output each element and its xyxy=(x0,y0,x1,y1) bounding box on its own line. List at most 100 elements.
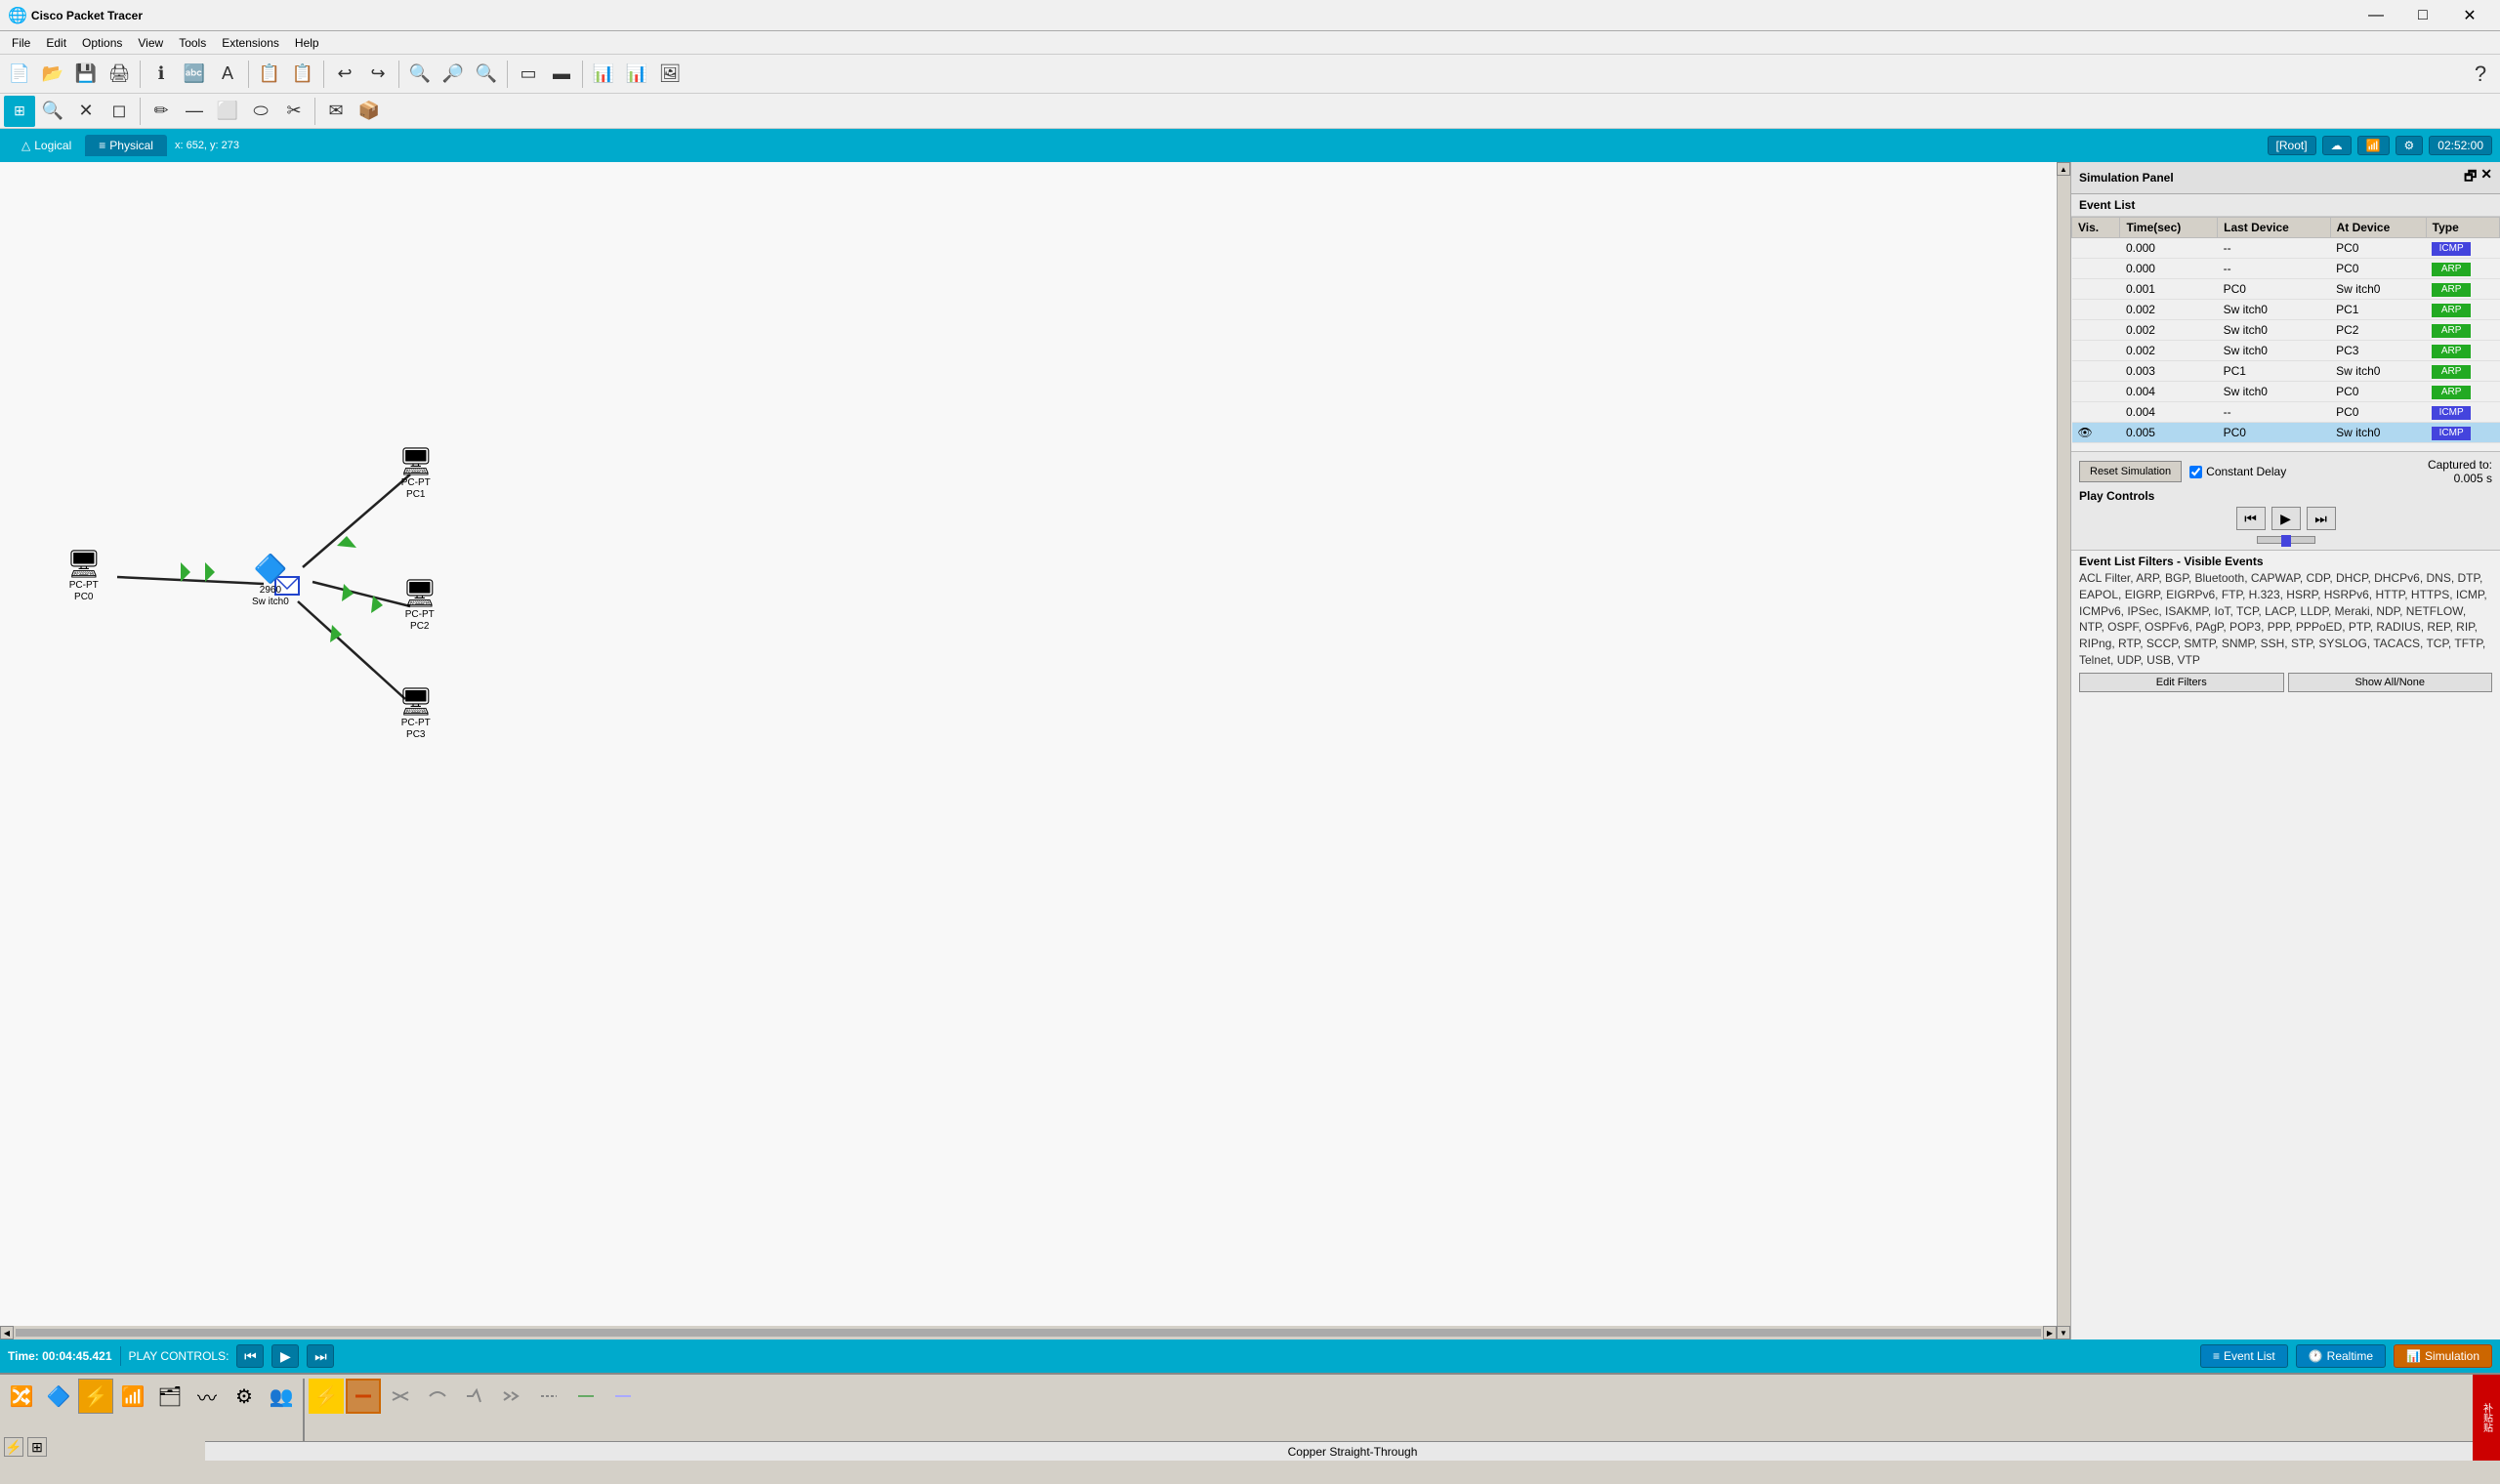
show-all-none-button[interactable]: Show All/None xyxy=(2288,673,2493,692)
zoom-reset-button[interactable]: 🔍 xyxy=(471,59,502,90)
scroll-up-arrow[interactable]: ▲ xyxy=(2057,162,2070,176)
inspect-button[interactable]: ◻ xyxy=(104,96,135,127)
menu-options[interactable]: Options xyxy=(74,34,130,52)
fiber-button[interactable] xyxy=(420,1379,455,1414)
hubs-button[interactable]: ⚡ xyxy=(78,1379,113,1414)
phone-button[interactable] xyxy=(457,1379,492,1414)
device-pc2[interactable]: 🖥 PC-PTPC2 xyxy=(402,577,438,633)
switches-button[interactable]: 🔷 xyxy=(41,1379,76,1414)
wireless-media-button[interactable] xyxy=(605,1379,641,1414)
open-button[interactable]: 📂 xyxy=(37,59,68,90)
scroll-track[interactable] xyxy=(2057,176,2070,1326)
minimize-button[interactable]: — xyxy=(2354,1,2398,30)
maximize-button[interactable]: □ xyxy=(2400,1,2445,30)
table-button[interactable]: 📊 xyxy=(621,59,652,90)
progress-track[interactable] xyxy=(2257,536,2315,544)
custom-button[interactable]: ⚙ xyxy=(227,1379,262,1414)
ellipse-tool-button[interactable]: ⬭ xyxy=(245,96,276,127)
event-list-button[interactable]: ≡ Event List xyxy=(2200,1344,2288,1368)
status-play-button[interactable]: ▶ xyxy=(271,1344,299,1368)
menu-edit[interactable]: Edit xyxy=(38,34,74,52)
status-forward-button[interactable]: ⏭ xyxy=(307,1344,334,1368)
horizontal-scrollbar[interactable]: ◀ ▶ xyxy=(0,1326,2057,1340)
wifi-button[interactable]: 📶 xyxy=(2357,136,2390,155)
line-tool-button[interactable]: — xyxy=(179,96,210,127)
menu-tools[interactable]: Tools xyxy=(171,34,214,52)
pka-button[interactable]: A xyxy=(212,59,243,90)
device-pc3[interactable]: 🖥 PC-PTPC3 xyxy=(398,685,434,741)
package-tool-button[interactable]: 📦 xyxy=(354,96,385,127)
auto-connect-button[interactable]: ⚡ xyxy=(309,1379,344,1414)
edit-filters-button[interactable]: Edit Filters xyxy=(2079,673,2284,692)
scroll-left-arrow[interactable]: ◀ xyxy=(0,1326,14,1340)
multiuser-button[interactable]: 👥 xyxy=(264,1379,299,1414)
device-switch0[interactable]: 🔷 2960Sw itch0 xyxy=(252,553,289,608)
copper-straight-button[interactable] xyxy=(346,1379,381,1414)
new-button[interactable]: 📄 xyxy=(4,59,35,90)
custom-view-button[interactable]: ▬ xyxy=(546,59,577,90)
scroll-down-arrow[interactable]: ▼ xyxy=(2057,1326,2070,1340)
wireless-button[interactable]: 📶 xyxy=(115,1379,150,1414)
text-button[interactable]: 🔤 xyxy=(179,59,210,90)
vertical-scrollbar[interactable]: ▲ ▼ xyxy=(2057,162,2070,1340)
menu-file[interactable]: File xyxy=(4,34,38,52)
wan-button[interactable]: 〰 xyxy=(189,1379,225,1414)
tab-logical[interactable]: △ Logical xyxy=(8,135,85,156)
zoom-in-button[interactable]: 🔍 xyxy=(404,59,436,90)
menu-extensions[interactable]: Extensions xyxy=(214,34,287,52)
status-back-button[interactable]: ⏮ xyxy=(236,1344,264,1368)
cloud-button[interactable]: ☁ xyxy=(2322,136,2352,155)
restore-panel-icon[interactable]: 🗗 xyxy=(2464,166,2477,189)
play-button[interactable]: ▶ xyxy=(2271,507,2301,530)
device-pc0[interactable]: 🖥 PC-PTPC0 xyxy=(66,548,102,603)
copy-button[interactable]: 📋 xyxy=(254,59,285,90)
zoom-out-button[interactable]: 🔎 xyxy=(438,59,469,90)
device-pc1[interactable]: 🖥 PC-PTPC1 xyxy=(398,445,434,501)
draw-tool-button[interactable]: ✏ xyxy=(146,96,177,127)
search-tool-button[interactable]: 🔍 xyxy=(37,96,68,127)
print-button[interactable]: 🖨 xyxy=(104,59,135,90)
console-button[interactable] xyxy=(568,1379,604,1414)
lightning-bolt-button[interactable]: ⚡ xyxy=(4,1437,23,1457)
back-to-start-button[interactable]: ⏮ xyxy=(2236,507,2266,530)
delete-button[interactable]: ✕ xyxy=(70,96,102,127)
tab-physical[interactable]: ≡ Physical xyxy=(85,135,167,156)
rect-tool-button[interactable]: ⬜ xyxy=(212,96,243,127)
usb-button[interactable] xyxy=(531,1379,566,1414)
canvas-area[interactable]: ▲ ▼ 🖥 PC-PTP xyxy=(0,162,2070,1340)
settings-button[interactable]: ⚙ xyxy=(2396,136,2424,155)
progress-thumb[interactable] xyxy=(2281,535,2291,547)
help-icon-button[interactable]: ? xyxy=(2465,59,2496,90)
grid-button[interactable]: ⊞ xyxy=(27,1437,47,1457)
scroll-right-arrow[interactable]: ▶ xyxy=(2043,1326,2057,1340)
info-button[interactable]: ℹ xyxy=(146,59,177,90)
simulation-button[interactable]: 📊 Simulation xyxy=(2394,1344,2492,1368)
scissors-tool-button[interactable]: ✂ xyxy=(278,96,310,127)
email-tool-button[interactable]: ✉ xyxy=(320,96,352,127)
fit-button[interactable]: ▭ xyxy=(513,59,544,90)
select-all-button[interactable]: ⊞ xyxy=(4,96,35,127)
h-scroll-track[interactable] xyxy=(16,1329,2041,1337)
serial-button[interactable] xyxy=(494,1379,529,1414)
security-button[interactable]: 🗂 xyxy=(152,1379,188,1414)
menu-help[interactable]: Help xyxy=(287,34,327,52)
close-panel-icon[interactable]: ✕ xyxy=(2480,166,2492,189)
media-button[interactable]: 🖼 xyxy=(654,59,686,90)
root-badge[interactable]: [Root] xyxy=(2268,136,2316,155)
routers-button[interactable]: 🔀 xyxy=(4,1379,39,1414)
red-badge[interactable]: 补贴贴 xyxy=(2473,1375,2500,1461)
eye-icon[interactable]: 👁 xyxy=(2078,426,2093,439)
redo-button[interactable]: ↪ xyxy=(362,59,394,90)
constant-delay-checkbox[interactable] xyxy=(2189,466,2202,478)
forward-button[interactable]: ⏭ xyxy=(2307,507,2336,530)
save-button[interactable]: 💾 xyxy=(70,59,102,90)
reset-simulation-button[interactable]: Reset Simulation xyxy=(2079,461,2182,482)
undo-button[interactable]: ↩ xyxy=(329,59,360,90)
close-button[interactable]: ✕ xyxy=(2447,1,2492,30)
copper-cross-button[interactable] xyxy=(383,1379,418,1414)
menu-view[interactable]: View xyxy=(130,34,171,52)
paste-button[interactable]: 📋 xyxy=(287,59,318,90)
realtime-button[interactable]: 🕐 Realtime xyxy=(2296,1344,2386,1368)
event-table-container[interactable]: Vis. Time(sec) Last Device At Device Typ… xyxy=(2071,217,2500,451)
palette-button[interactable]: 📊 xyxy=(588,59,619,90)
